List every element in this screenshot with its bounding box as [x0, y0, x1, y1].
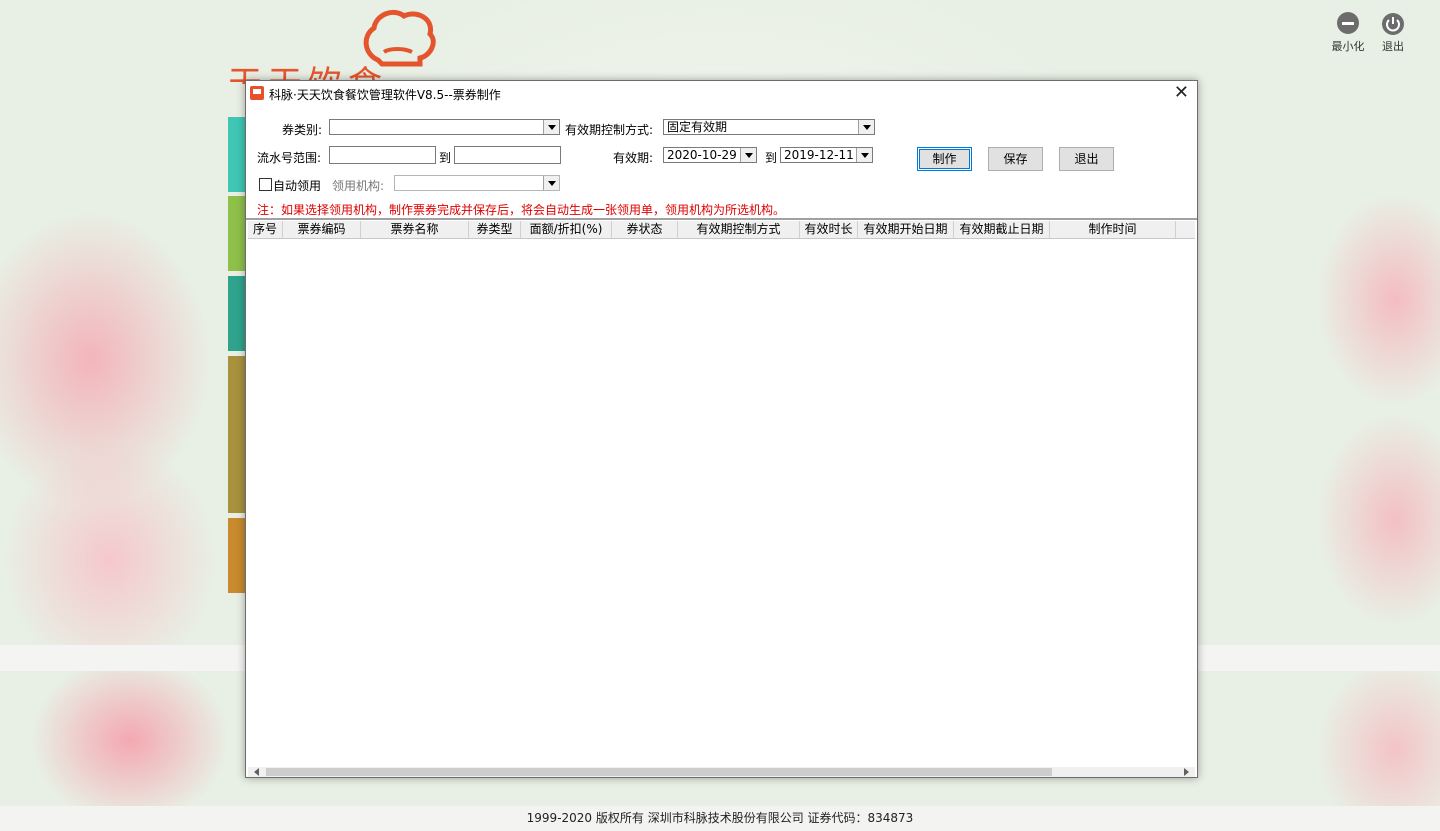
column-header-face-value[interactable]: 面额/折扣(%) [521, 221, 612, 238]
validity-end-value: 2019-12-11 [784, 148, 854, 162]
app-exit-button[interactable]: 退出 [1373, 12, 1413, 54]
ticket-type-select[interactable] [329, 119, 560, 135]
validity-start-date[interactable]: 2020-10-29 [663, 147, 757, 163]
auto-receive-label[interactable]: 自动领用 [273, 177, 321, 194]
grid-separator [246, 218, 1197, 220]
validity-label: 有效期: [613, 151, 654, 165]
app-icon [250, 86, 264, 100]
validity-mode-select[interactable]: 固定有效期 [663, 119, 875, 135]
copyright-footer: 1999-2020 版权所有 深圳市科脉技术股份有限公司 证券代码：834873 [0, 806, 1440, 831]
ticket-grid-body[interactable] [248, 239, 1195, 767]
chevron-down-icon[interactable] [543, 120, 559, 134]
minimize-button[interactable]: 最小化 [1328, 12, 1368, 54]
minimize-label: 最小化 [1331, 40, 1365, 53]
serial-to-input[interactable] [454, 146, 561, 164]
make-button[interactable]: 制作 [917, 147, 972, 171]
column-header-extra[interactable] [1176, 221, 1195, 238]
save-button[interactable]: 保存 [988, 147, 1043, 171]
column-header-validity-mode[interactable]: 有效期控制方式 [678, 221, 800, 238]
scroll-left-icon[interactable] [254, 768, 259, 776]
exit-button[interactable]: 退出 [1059, 147, 1114, 171]
column-header-validity-duration[interactable]: 有效时长 [800, 221, 858, 238]
column-header-validity-end[interactable]: 有效期截止日期 [954, 221, 1050, 238]
calendar-dropdown-icon[interactable] [856, 148, 872, 162]
column-header-ticket-code[interactable]: 票券编码 [283, 221, 361, 238]
chevron-down-icon[interactable] [543, 176, 559, 190]
power-icon [1382, 13, 1404, 35]
validity-mode-label: 有效期控制方式: [565, 123, 654, 137]
ticket-make-dialog: 科脉·天天饮食餐饮管理软件V8.5--票券制作 ✕ 券类别: 有效期控制方式: … [245, 80, 1198, 778]
column-header-validity-start[interactable]: 有效期开始日期 [858, 221, 954, 238]
validity-mode-value: 固定有效期 [667, 120, 728, 134]
column-header-ticket-status[interactable]: 券状态 [612, 221, 678, 238]
receive-org-select[interactable] [394, 175, 560, 191]
validity-end-date[interactable]: 2019-12-11 [780, 147, 873, 163]
serial-range-label: 流水号范围: [257, 151, 322, 165]
horizontal-scrollbar[interactable] [248, 767, 1195, 777]
auto-receive-checkbox[interactable] [259, 178, 272, 191]
app-exit-label: 退出 [1382, 40, 1404, 53]
validity-to-label: 到 [765, 151, 778, 165]
serial-to-label: 到 [439, 151, 452, 165]
minus-circle-icon [1337, 12, 1359, 34]
column-header-make-time[interactable]: 制作时间 [1050, 221, 1176, 238]
column-header-ticket-name[interactable]: 票券名称 [361, 221, 469, 238]
receive-org-label: 领用机构: [332, 179, 385, 193]
serial-from-input[interactable] [329, 146, 436, 164]
chevron-down-icon[interactable] [858, 120, 874, 134]
column-header-ticket-type[interactable]: 券类型 [469, 221, 521, 238]
validity-start-value: 2020-10-29 [667, 148, 737, 162]
close-icon[interactable]: ✕ [1174, 83, 1189, 103]
ticket-type-label: 券类别: [282, 123, 323, 137]
scrollbar-thumb[interactable] [266, 768, 1052, 776]
form-area: 券类别: 有效期控制方式: 固定有效期 流水号范围: 到 有效期: 2020-1… [246, 107, 1197, 218]
receive-note: 注：如果选择领用机构，制作票券完成并保存后，将会自动生成一张领用单，领用机构为所… [257, 203, 786, 217]
scroll-right-icon[interactable] [1184, 768, 1189, 776]
calendar-dropdown-icon[interactable] [740, 148, 756, 162]
dialog-title: 科脉·天天饮食餐饮管理软件V8.5--票券制作 [269, 88, 501, 102]
chef-hat-logo-icon [363, 10, 436, 67]
dialog-titlebar[interactable]: 科脉·天天饮食餐饮管理软件V8.5--票券制作 ✕ [246, 81, 1197, 106]
grid-header: 序号 票券编码 票券名称 券类型 面额/折扣(%) 券状态 有效期控制方式 有效… [248, 221, 1195, 239]
column-header-index[interactable]: 序号 [248, 221, 283, 238]
